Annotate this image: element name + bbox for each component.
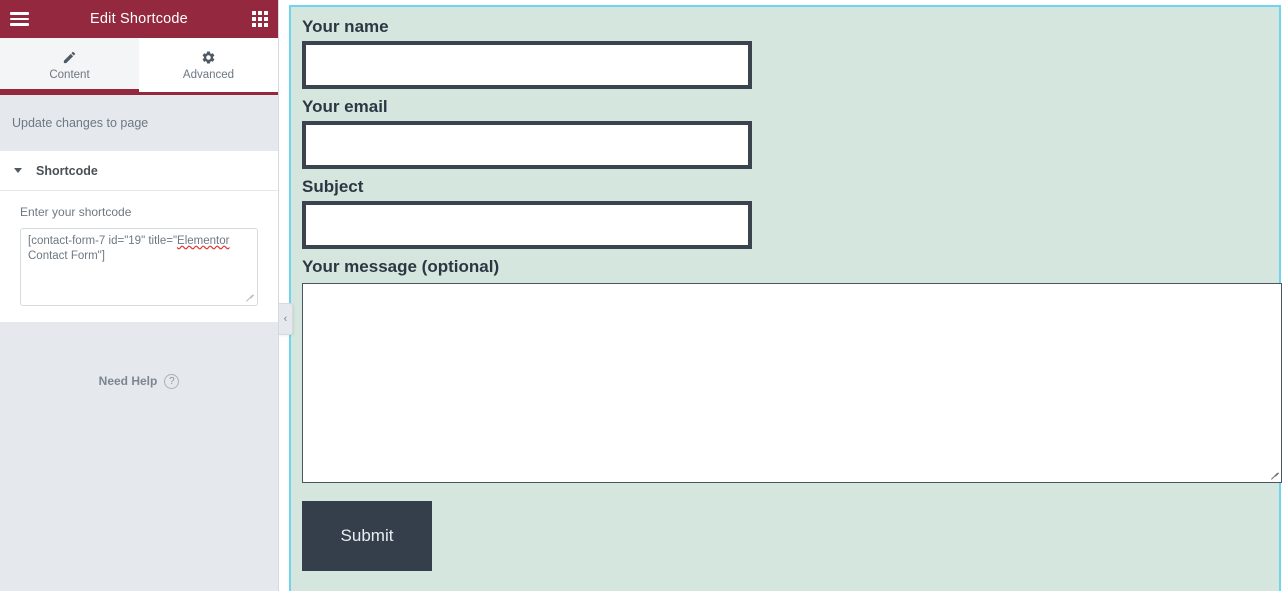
pencil-icon [62, 50, 77, 65]
shortcode-value-prefix: [contact-form-7 id="19" title=" [28, 235, 178, 247]
panel-footer: Need Help ? [0, 322, 278, 591]
tab-advanced[interactable]: Advanced [139, 38, 278, 92]
hamburger-menu-icon[interactable] [10, 12, 29, 26]
editor-panel: Edit Shortcode Content Advanced Update c… [0, 0, 279, 591]
gear-icon [201, 50, 216, 65]
panel-collapse-handle[interactable]: ‹ [279, 303, 293, 335]
shortcode-control: Enter your shortcode [contact-form-7 id=… [0, 191, 278, 322]
elementor-editor-screen: Edit Shortcode Content Advanced Update c… [0, 0, 1286, 591]
field-label-your-email: Your email [302, 97, 388, 116]
panel-header: Edit Shortcode [0, 0, 278, 38]
panel-title: Edit Shortcode [90, 11, 188, 27]
chevron-left-icon: ‹ [283, 313, 288, 325]
page-canvas: Your name Your email Subject Your messag… [280, 0, 1286, 591]
update-bar-text: Update changes to page [12, 116, 149, 130]
shortcode-label: Enter your shortcode [20, 205, 132, 219]
field-label-your-message: Your message (optional) [302, 257, 500, 276]
shortcode-value-misspelled: Elementor [177, 235, 230, 247]
panel-tabs: Content Advanced [0, 38, 278, 95]
shortcode-value-suffix: Contact Form"] [28, 249, 105, 262]
your-email-input[interactable] [302, 121, 752, 169]
field-label-subject: Subject [302, 177, 364, 196]
need-help-label: Need Help [98, 374, 158, 388]
contact-form-widget[interactable]: Your name Your email Subject Your messag… [289, 5, 1282, 591]
subject-input[interactable] [302, 201, 752, 249]
your-name-input[interactable] [302, 41, 752, 89]
grid-apps-icon[interactable] [252, 11, 268, 27]
update-bar: Update changes to page [0, 95, 278, 151]
panel-body: Shortcode Enter your shortcode [contact-… [0, 151, 278, 322]
message-field-wrapper [302, 281, 1282, 483]
shortcode-input[interactable]: [contact-form-7 id="19" title="Elementor… [20, 228, 258, 306]
section-shortcode-title: Shortcode [36, 163, 98, 178]
field-label-your-name: Your name [302, 17, 389, 36]
your-message-textarea[interactable] [302, 283, 1282, 483]
section-shortcode-header[interactable]: Shortcode [0, 151, 278, 191]
tab-content-label: Content [49, 68, 90, 81]
need-help-button[interactable]: Need Help ? [98, 373, 180, 389]
tab-advanced-label: Advanced [182, 68, 235, 81]
resize-grip-icon[interactable] [245, 293, 256, 304]
caret-down-icon [14, 168, 22, 173]
question-mark-icon: ? [164, 373, 180, 389]
submit-button[interactable]: Submit [302, 501, 432, 571]
tab-content[interactable]: Content [0, 38, 139, 92]
